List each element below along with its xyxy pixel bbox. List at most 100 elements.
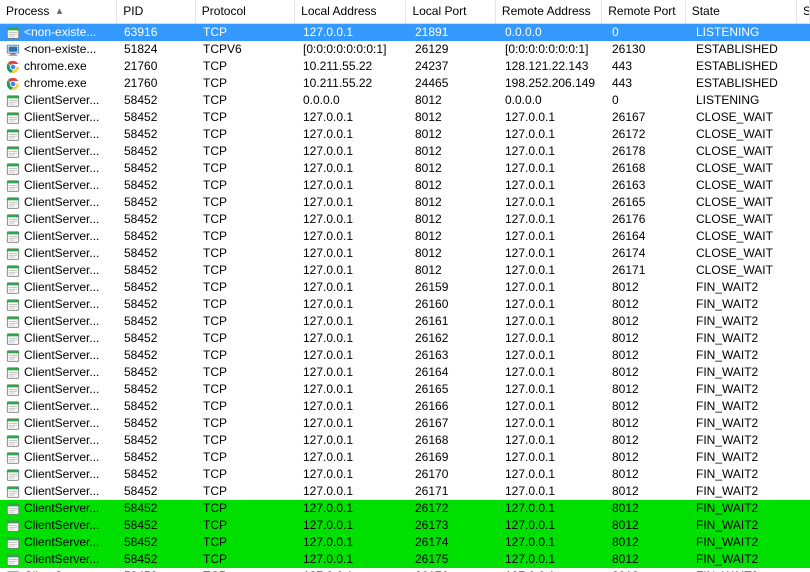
cell-remote-address: 127.0.0.1 <box>499 313 606 330</box>
cell-local-address: 127.0.0.1 <box>297 177 409 194</box>
cell-remote-address: 127.0.0.1 <box>499 432 606 449</box>
table-row[interactable]: ClientServer...58452TCP127.0.0.126171127… <box>0 483 810 500</box>
column-header-pid[interactable]: PID <box>117 0 196 23</box>
table-row[interactable]: ClientServer...58452TCP127.0.0.18012127.… <box>0 143 810 160</box>
cell-local-address: 127.0.0.1 <box>297 262 409 279</box>
table-row[interactable]: ClientServer...58452TCP127.0.0.18012127.… <box>0 211 810 228</box>
cell-remote-address: 127.0.0.1 <box>499 466 606 483</box>
table-row[interactable]: ClientServer...58452TCP127.0.0.126161127… <box>0 313 810 330</box>
column-header-extra[interactable]: S <box>797 0 810 23</box>
column-header-local-port[interactable]: Local Port <box>406 0 495 23</box>
cell-local-port: 26161 <box>409 313 499 330</box>
cell-remote-port: 8012 <box>606 398 690 415</box>
cell-state: FIN_WAIT2 <box>690 279 802 296</box>
cell-local-port: 26167 <box>409 415 499 432</box>
sort-ascending-icon: ▴ <box>57 6 63 17</box>
table-row[interactable]: ClientServer...58452TCP127.0.0.18012127.… <box>0 245 810 262</box>
column-header-local-address[interactable]: Local Address <box>295 0 406 23</box>
cell-state: CLOSE_WAIT <box>690 228 802 245</box>
column-header-protocol[interactable]: Protocol <box>196 0 295 23</box>
cell-pid: 58452 <box>118 517 197 534</box>
table-row[interactable]: ClientServer...58452TCP127.0.0.18012127.… <box>0 109 810 126</box>
table-row[interactable]: <non-existe...63916TCP127.0.0.1218910.0.… <box>0 24 810 41</box>
cell-state: FIN_WAIT2 <box>690 551 802 568</box>
cell-pid: 58452 <box>118 160 197 177</box>
table-row[interactable]: ClientServer...58452TCP127.0.0.18012127.… <box>0 160 810 177</box>
cell-remote-address: 127.0.0.1 <box>499 449 606 466</box>
app-generic-icon <box>6 485 20 499</box>
cell-local-port: 26129 <box>409 41 499 58</box>
cell-pid: 58452 <box>118 313 197 330</box>
table-row[interactable]: chrome.exe21760TCP10.211.55.2224465198.2… <box>0 75 810 92</box>
table-row[interactable]: ClientServer...58452TCP127.0.0.18012127.… <box>0 262 810 279</box>
cell-protocol: TCP <box>197 330 297 347</box>
app-generic-icon <box>6 383 20 397</box>
table-row[interactable]: ClientServer...58452TCP127.0.0.126166127… <box>0 398 810 415</box>
table-row[interactable]: ClientServer...58452TCP127.0.0.126167127… <box>0 415 810 432</box>
table-row[interactable]: ClientServer...58452TCP127.0.0.126165127… <box>0 381 810 398</box>
cell-local-port: 21891 <box>409 24 499 41</box>
cell-state: FIN_WAIT2 <box>690 432 802 449</box>
app-generic-icon <box>6 128 20 142</box>
cell-local-address: 127.0.0.1 <box>297 211 409 228</box>
table-row[interactable]: ClientServer...58452TCP0.0.0.080120.0.0.… <box>0 92 810 109</box>
table-row[interactable]: ClientServer...58452TCP127.0.0.126160127… <box>0 296 810 313</box>
table-row[interactable]: ClientServer...58452TCP127.0.0.126164127… <box>0 364 810 381</box>
cell-state: FIN_WAIT2 <box>690 534 802 551</box>
cell-remote-address: 127.0.0.1 <box>499 551 606 568</box>
cell-local-port: 24237 <box>409 58 499 75</box>
cell-remote-address: [0:0:0:0:0:0:0:1] <box>499 41 606 58</box>
column-label: Local Address <box>301 4 376 18</box>
cell-local-address: 127.0.0.1 <box>297 279 409 296</box>
table-row[interactable]: ClientServer...58452TCP127.0.0.126173127… <box>0 517 810 534</box>
cell-local-address: 127.0.0.1 <box>297 551 409 568</box>
table-row[interactable]: ClientServer...58452TCP127.0.0.126169127… <box>0 449 810 466</box>
column-label: Local Port <box>412 4 466 18</box>
app-generic-icon <box>6 26 20 40</box>
column-header-state[interactable]: State <box>686 0 797 23</box>
table-row[interactable]: ClientServer...58452TCP127.0.0.18012127.… <box>0 126 810 143</box>
cell-remote-address: 0.0.0.0 <box>499 24 606 41</box>
table-row[interactable]: ClientServer...58452TCP127.0.0.18012127.… <box>0 194 810 211</box>
cell-pid: 58452 <box>118 194 197 211</box>
table-row[interactable]: ClientServer...58452TCP127.0.0.126162127… <box>0 330 810 347</box>
app-generic-icon <box>6 94 20 108</box>
app-generic-icon <box>6 366 20 380</box>
cell-state: FIN_WAIT2 <box>690 449 802 466</box>
app-generic-icon <box>6 111 20 125</box>
cell-process: ClientServer... <box>24 126 99 143</box>
cell-local-port: 8012 <box>409 228 499 245</box>
table-row[interactable]: ClientServer...58452TCP127.0.0.126163127… <box>0 347 810 364</box>
cell-protocol: TCP <box>197 347 297 364</box>
cell-protocol: TCP <box>197 449 297 466</box>
column-label: State <box>692 4 720 18</box>
cell-state: FIN_WAIT2 <box>690 466 802 483</box>
cell-remote-address: 0.0.0.0 <box>499 92 606 109</box>
cell-protocol: TCPV6 <box>197 41 297 58</box>
table-row[interactable]: <non-existe...51824TCPV6[0:0:0:0:0:0:0:1… <box>0 41 810 58</box>
column-header-process[interactable]: Process ▴ <box>0 0 117 23</box>
cell-local-port: 26168 <box>409 432 499 449</box>
column-header-remote-address[interactable]: Remote Address <box>496 0 602 23</box>
table-row[interactable]: ClientServer...58452TCP127.0.0.126170127… <box>0 466 810 483</box>
cell-remote-address: 127.0.0.1 <box>499 262 606 279</box>
table-row[interactable]: ClientServer...58452TCP127.0.0.126174127… <box>0 534 810 551</box>
table-row[interactable]: ClientServer...58452TCP127.0.0.126168127… <box>0 432 810 449</box>
column-header-remote-port[interactable]: Remote Port <box>602 0 685 23</box>
cell-state: CLOSE_WAIT <box>690 194 802 211</box>
cell-local-port: 26171 <box>409 483 499 500</box>
table-row[interactable]: ClientServer...58452TCP127.0.0.126159127… <box>0 279 810 296</box>
table-row[interactable]: ClientServer...58452TCP127.0.0.126175127… <box>0 551 810 568</box>
cell-remote-port: 8012 <box>606 347 690 364</box>
app-generic-icon <box>6 230 20 244</box>
table-row[interactable]: ClientServer...58452TCP127.0.0.18012127.… <box>0 228 810 245</box>
table-row[interactable]: ClientServer...58452TCP127.0.0.126176127… <box>0 568 810 572</box>
cell-remote-port: 8012 <box>606 415 690 432</box>
table-row[interactable]: chrome.exe21760TCP10.211.55.2224237128.1… <box>0 58 810 75</box>
table-row[interactable]: ClientServer...58452TCP127.0.0.126172127… <box>0 500 810 517</box>
cell-pid: 58452 <box>118 92 197 109</box>
table-row[interactable]: ClientServer...58452TCP127.0.0.18012127.… <box>0 177 810 194</box>
cell-remote-address: 127.0.0.1 <box>499 415 606 432</box>
cell-protocol: TCP <box>197 381 297 398</box>
cell-local-address: 127.0.0.1 <box>297 500 409 517</box>
